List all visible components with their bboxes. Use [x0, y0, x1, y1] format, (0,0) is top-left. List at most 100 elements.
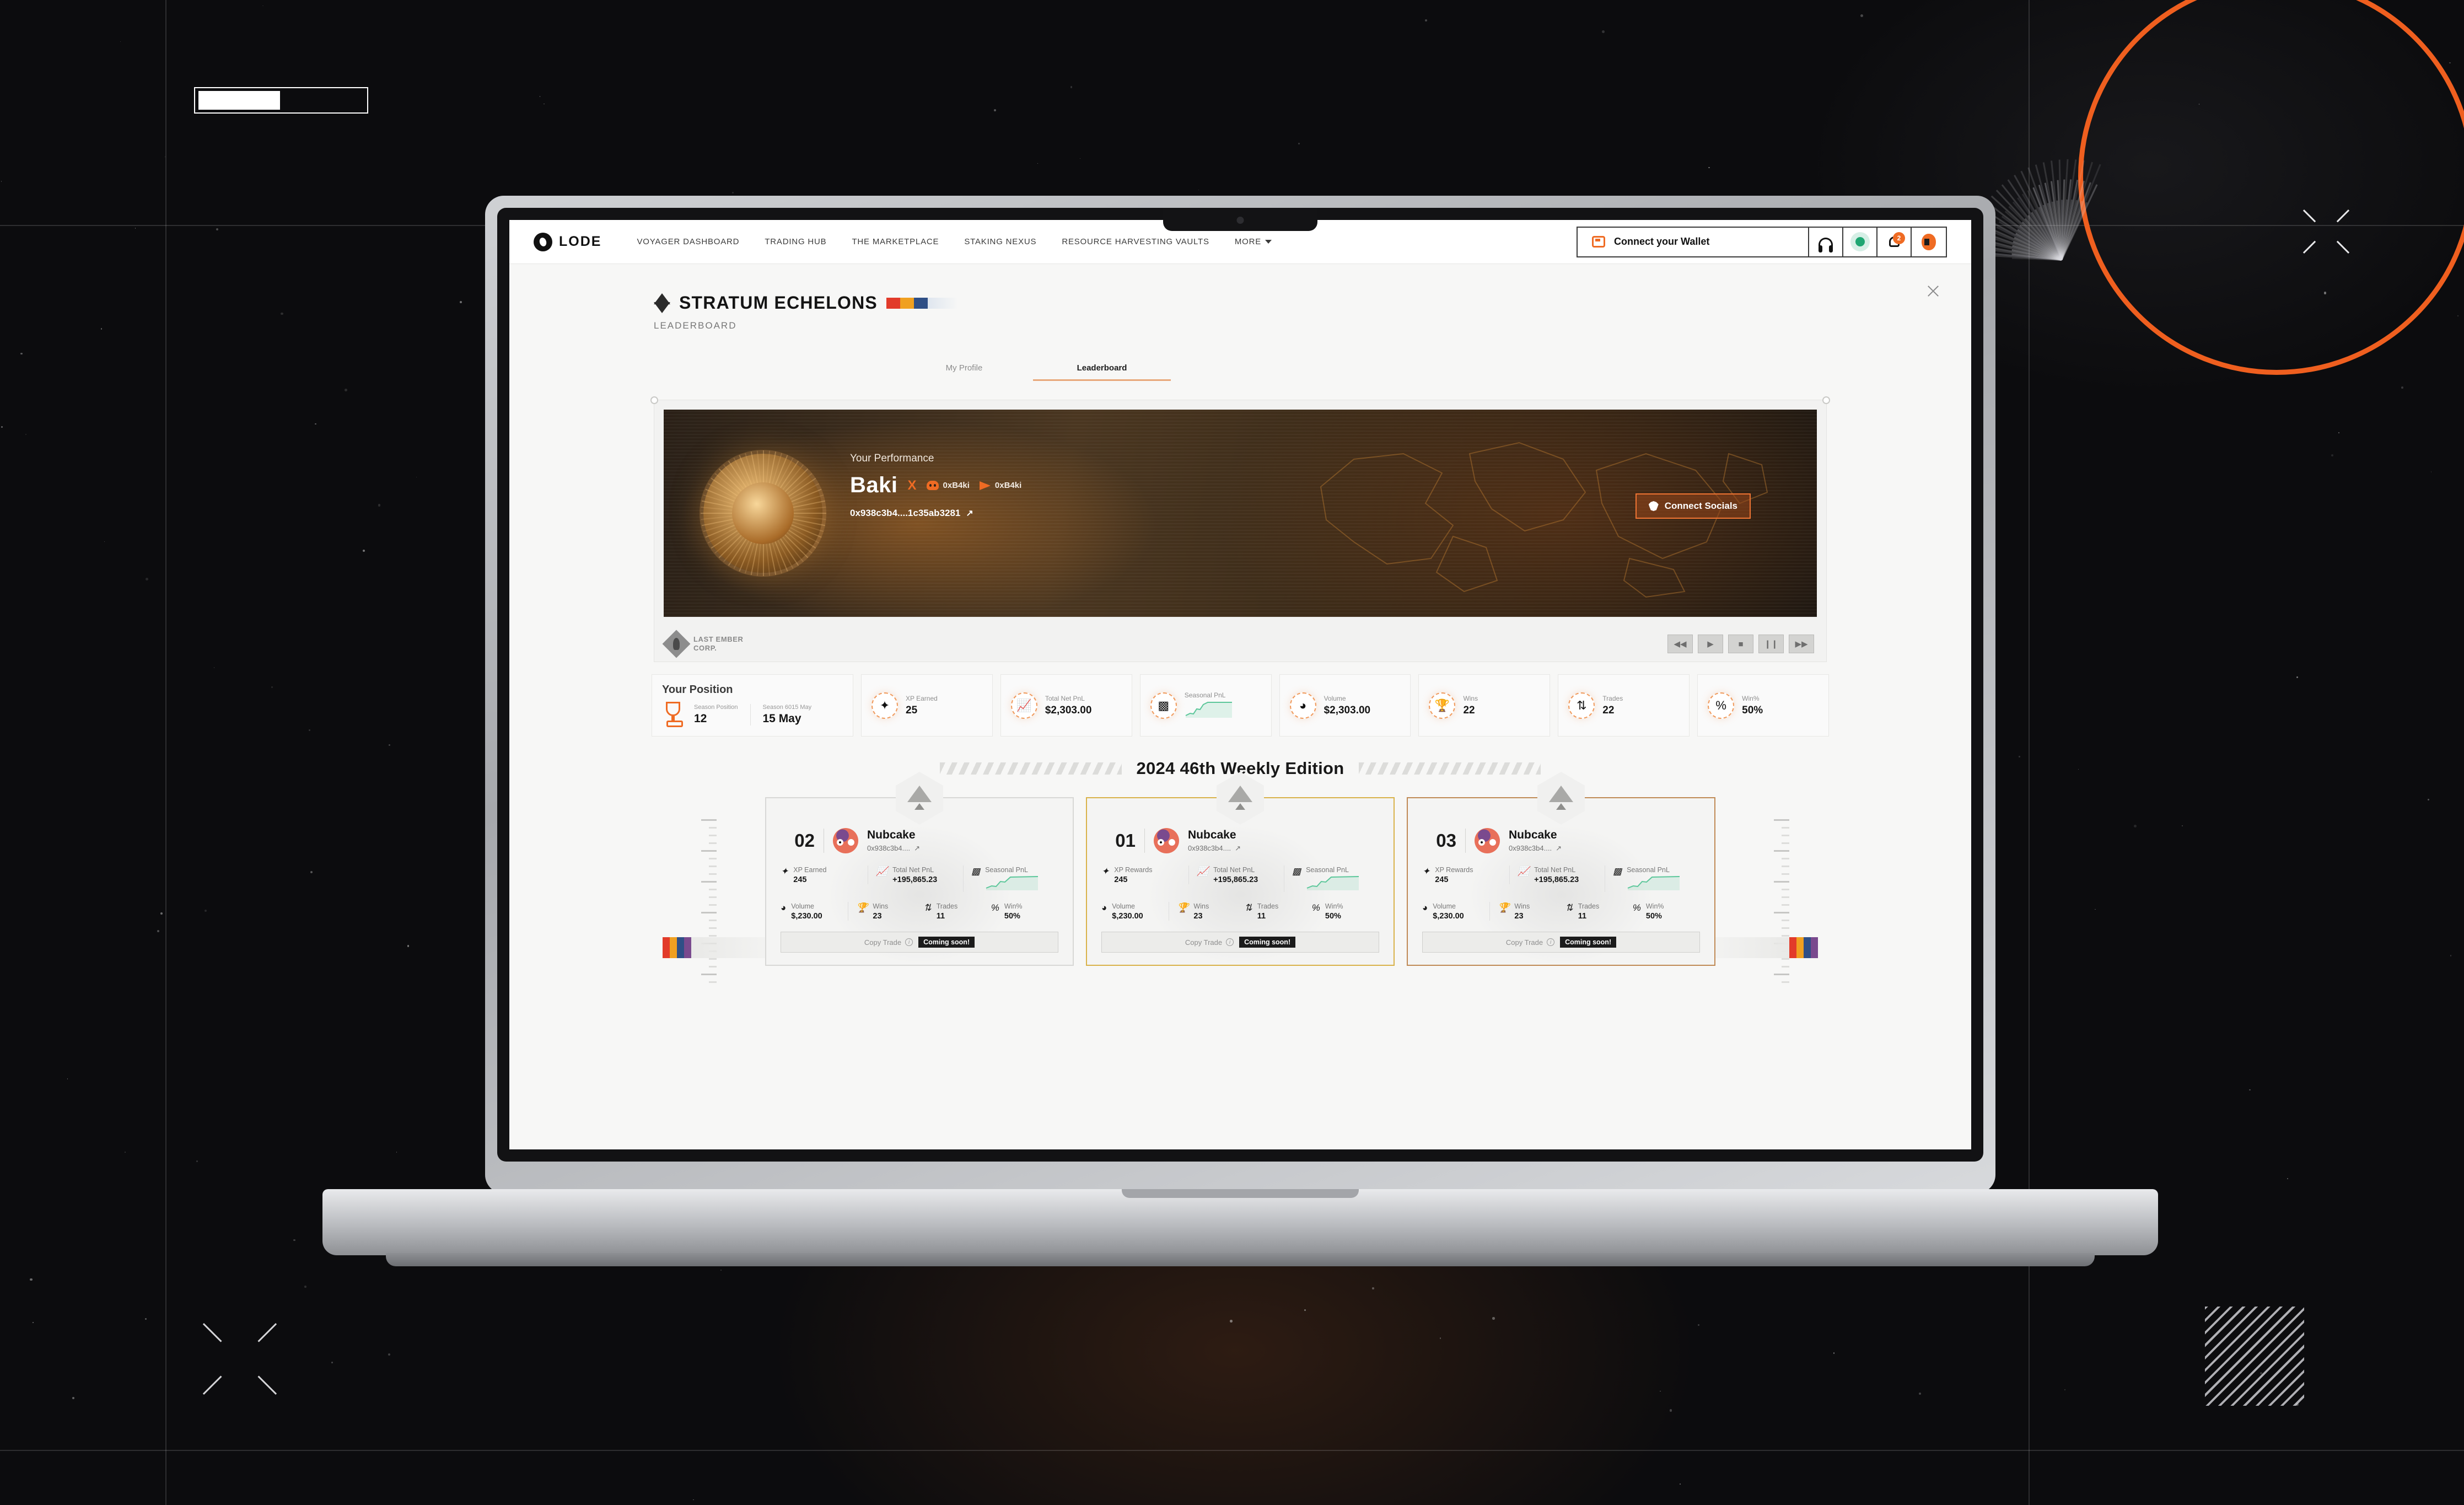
brand-logo[interactable]: LODE: [534, 232, 601, 251]
trophy-icon: 🏆: [1429, 692, 1456, 719]
discord-social[interactable]: 0xB4ki: [926, 481, 970, 490]
wallet-icon: [1592, 236, 1605, 248]
metric-win-rate: % Win% 50%: [991, 902, 1058, 921]
speckle: [1439, 1337, 1441, 1339]
trophy-icon: 🏆: [856, 902, 868, 913]
metric-value-wins: 23: [1193, 912, 1203, 921]
support-button[interactable]: [1809, 227, 1843, 256]
copy-trade-button[interactable]: Copy Trade i Coming soon!: [1101, 932, 1379, 953]
close-icon[interactable]: [1926, 284, 1940, 298]
podium-address-text: 0x938c3b4....: [1509, 844, 1552, 853]
sparkle-icon: ✦: [1101, 866, 1110, 877]
speckle: [2260, 1372, 2262, 1374]
metric-volume: ◕ Volume $,230.00: [781, 902, 848, 921]
trophy-icon: 🏆: [1177, 902, 1189, 913]
speckle: [196, 1160, 198, 1163]
nav-link-the-marketplace[interactable]: THE MARKETPLACE: [852, 237, 939, 246]
telegram-social[interactable]: 0xB4ki: [979, 481, 1021, 490]
swap-arrows-icon: ⇅: [923, 902, 932, 913]
metric-trades: ⇅ Trades 11: [1245, 902, 1312, 921]
fast-forward-button[interactable]: ▶▶: [1789, 635, 1814, 653]
avatar: [1154, 828, 1179, 853]
pie-chart-icon: ◕: [781, 902, 787, 913]
metric-label-pnl: Total Net PnL: [1534, 866, 1576, 874]
speckle: [2064, 1389, 2065, 1391]
nav-link-resource-harvesting-vaults[interactable]: RESOURCE HARVESTING VAULTS: [1062, 237, 1209, 246]
seasonal-sparkline: [1627, 876, 1680, 890]
speckle: [145, 578, 148, 581]
metric-trades: ⇅ Trades 11: [1565, 902, 1633, 921]
play-button[interactable]: ▶: [1698, 635, 1723, 653]
speckle: [30, 1278, 33, 1281]
nav-link-voyager-dashboard[interactable]: VOYAGER DASHBOARD: [637, 237, 739, 246]
trend-up-icon: 📈: [1518, 866, 1530, 877]
rainbow-accent-right: [1789, 937, 1818, 958]
tab-leaderboard[interactable]: Leaderboard: [1033, 357, 1171, 381]
speckle: [2287, 1178, 2289, 1180]
metric-label-win-rate: Win%: [1004, 902, 1023, 910]
speckle: [20, 352, 23, 355]
stratum-emblem-icon: [654, 293, 670, 313]
hatch-square-decoration: [2205, 1307, 2304, 1406]
percent-icon: %: [991, 902, 999, 913]
bar-chart-icon: ▩: [971, 866, 981, 877]
hero-wallet-address[interactable]: 0x938c3b4....1c35ab3281 ↗: [850, 508, 1021, 519]
speckle: [124, 1152, 126, 1153]
speckle: [459, 300, 462, 303]
connect-wallet-button[interactable]: Connect your Wallet: [1578, 227, 1809, 256]
status-indicator[interactable]: [1843, 227, 1877, 256]
x-social-icon[interactable]: X: [908, 478, 917, 493]
podium-metrics-row-2: ◕ Volume $,230.00 🏆 Wins 23 ⇅ Trades 11 …: [1101, 902, 1379, 921]
podium-address[interactable]: 0x938c3b4.... ↗: [1188, 844, 1241, 853]
speckle: [1833, 1352, 1835, 1354]
podium-card-rank-1[interactable]: 01 Nubcake 0x938c3b4.... ↗ ✦ XP Rewards …: [1086, 772, 1395, 966]
podium-address[interactable]: 0x938c3b4.... ↗: [867, 844, 920, 853]
speckle: [1, 426, 3, 428]
connect-socials-label: Connect Socials: [1664, 501, 1737, 511]
podium-rank: 01: [1115, 830, 1136, 851]
copy-trade-button[interactable]: Copy Trade i Coming soon!: [781, 932, 1058, 953]
speckle: [388, 744, 390, 746]
fast-forward-icon: ▶▶: [1795, 639, 1808, 649]
speckle: [310, 870, 313, 874]
metric-seasonal-pnl: ▩ Seasonal PnL: [963, 866, 1058, 892]
rewind-button[interactable]: ◀◀: [1667, 635, 1693, 653]
podium-card-rank-3[interactable]: 03 Nubcake 0x938c3b4.... ↗ ✦ XP Rewards …: [1407, 772, 1715, 966]
speckle: [378, 504, 381, 507]
connect-socials-button[interactable]: Connect Socials: [1635, 493, 1751, 519]
speckle: [281, 312, 283, 315]
copy-trade-label: Copy Trade i: [864, 938, 913, 947]
speckle: [388, 1353, 390, 1356]
nav-link-trading-hub[interactable]: TRADING HUB: [765, 237, 826, 246]
nav-link-more[interactable]: MORE: [1235, 237, 1272, 246]
notifications-button[interactable]: 2: [1877, 227, 1912, 256]
podium-metrics-row-1: ✦ XP Rewards 245 📈 Total Net PnL +195,86…: [1101, 866, 1379, 892]
speckle: [309, 729, 311, 732]
swap-arrows-icon: ⇅: [1244, 902, 1252, 913]
hero-eyebrow: Your Performance: [850, 453, 934, 464]
studio-credit: LAST EMBER CORP.: [662, 630, 744, 658]
stat-label-total-net-pnl: Total Net PnL: [1045, 694, 1085, 702]
stat-card-volume: ◕ Volume $2,303.00: [1279, 674, 1411, 737]
stat-value-volume: $2,303.00: [1324, 704, 1371, 716]
podium-card-rank-2[interactable]: 02 Nubcake 0x938c3b4.... ↗ ✦ XP Earned 2…: [765, 772, 1074, 966]
telegram-icon: [979, 481, 991, 490]
stop-button[interactable]: ■: [1728, 635, 1753, 653]
podium-username: Nubcake: [867, 829, 916, 842]
tab-my-profile[interactable]: My Profile: [895, 357, 1033, 381]
podium-address[interactable]: 0x938c3b4.... ↗: [1509, 844, 1562, 853]
copy-trade-text: Copy Trade: [1185, 938, 1223, 947]
info-icon: i: [1547, 938, 1555, 946]
pause-button[interactable]: ❙❙: [1758, 635, 1784, 653]
profile-button[interactable]: [1912, 228, 1946, 256]
metric-value-xp: 245: [793, 875, 807, 884]
speckle: [2428, 798, 2430, 800]
nav-link-staking-nexus[interactable]: STAKING NEXUS: [964, 237, 1036, 246]
speckle: [1230, 1320, 1233, 1323]
hero-username: Baki: [850, 473, 898, 497]
external-link-icon: ↗: [914, 843, 920, 852]
metric-value-win-rate: 50%: [1325, 912, 1341, 921]
metric-value-trades: 11: [1578, 912, 1587, 921]
copy-trade-button[interactable]: Copy Trade i Coming soon!: [1422, 932, 1700, 953]
speckle: [2450, 955, 2451, 956]
